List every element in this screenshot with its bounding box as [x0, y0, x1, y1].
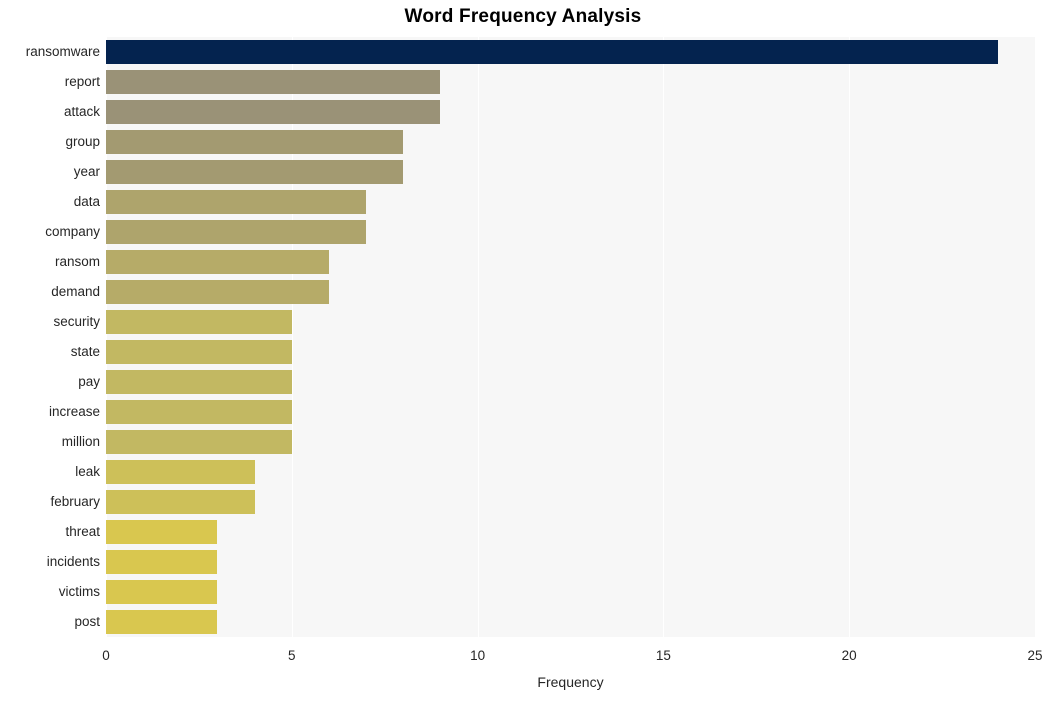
bar	[106, 520, 218, 544]
y-axis-label: year	[73, 164, 100, 179]
x-axis-tick: 25	[1027, 648, 1043, 663]
chart-title: Word Frequency Analysis	[404, 6, 642, 27]
x-axis-tick: 0	[102, 648, 110, 663]
x-axis-tick: 10	[470, 648, 486, 663]
y-axis-tick-labels: ransomware report attack group year data compa…	[0, 37, 100, 637]
gridline-10	[477, 37, 479, 637]
bar	[106, 460, 255, 484]
bar	[106, 340, 292, 364]
y-axis-label: leak	[75, 464, 100, 479]
bar	[106, 100, 441, 124]
bar	[106, 550, 218, 574]
bar	[106, 280, 329, 304]
y-axis-label: post	[74, 614, 100, 629]
gridline-0	[106, 37, 107, 637]
bar	[106, 40, 998, 64]
bar	[106, 310, 292, 334]
y-axis-label: security	[53, 314, 100, 329]
gridline-20	[849, 37, 851, 637]
y-axis-label: report	[64, 74, 100, 89]
x-axis-tick: 5	[288, 648, 296, 663]
bar	[106, 370, 292, 394]
y-axis-label: demand	[51, 284, 100, 299]
gridline-5	[291, 37, 293, 637]
plot-area	[106, 37, 1035, 637]
y-axis-label: ransom	[54, 254, 100, 269]
x-axis-tick: 20	[841, 648, 857, 663]
bar	[106, 430, 292, 454]
y-axis-label: group	[65, 134, 100, 149]
bar	[106, 610, 218, 634]
y-axis-label: increase	[48, 404, 100, 419]
word-frequency-chart: Word Frequency Analysis ransomware report…	[0, 0, 1046, 701]
gridline-15	[663, 37, 665, 637]
bar	[106, 400, 292, 424]
x-axis-title: Frequency	[537, 674, 604, 690]
bar	[106, 190, 367, 214]
bar	[106, 130, 404, 154]
y-axis-label: victims	[58, 584, 100, 599]
y-axis-label: ransomware	[25, 44, 100, 59]
x-axis-tick-labels: 0 5 10 15 20 25	[0, 648, 1046, 668]
y-axis-label: state	[70, 344, 100, 359]
bar	[106, 160, 404, 184]
y-axis-label: data	[73, 194, 100, 209]
y-axis-label: incidents	[46, 554, 100, 569]
y-axis-label: company	[45, 224, 100, 239]
bar	[106, 580, 218, 604]
bar	[106, 70, 441, 94]
y-axis-label: pay	[78, 374, 100, 389]
y-axis-label: million	[61, 434, 100, 449]
bar	[106, 220, 367, 244]
y-axis-label: threat	[65, 524, 100, 539]
y-axis-label: february	[50, 494, 100, 509]
bar	[106, 490, 255, 514]
x-axis-tick: 15	[655, 648, 671, 663]
y-axis-label: attack	[63, 104, 100, 119]
bar	[106, 250, 329, 274]
